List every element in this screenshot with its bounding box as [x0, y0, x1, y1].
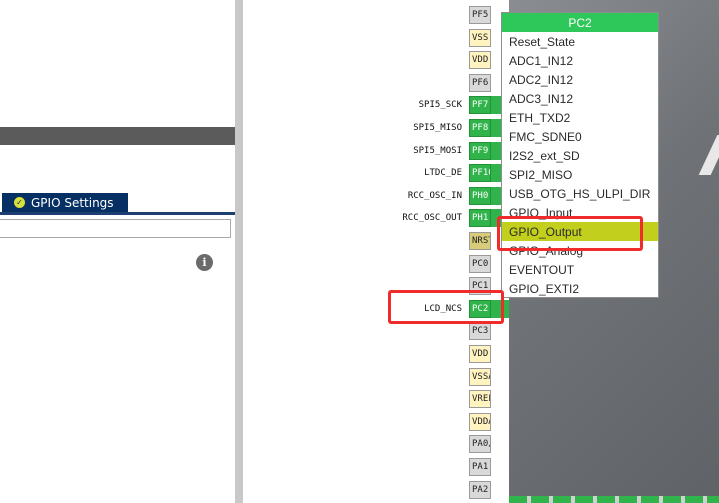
panel-header-bar [0, 127, 235, 145]
pin-vdd[interactable]: VDD [469, 51, 491, 69]
pin-signal-label[interactable]: LTDC_DE [424, 168, 462, 178]
pin-pc0[interactable]: PC0 [469, 255, 491, 273]
pin-pc3[interactable]: PC3 [469, 322, 491, 340]
panel-splitter[interactable] [235, 0, 243, 503]
pin-pf5[interactable]: PF5 [469, 6, 491, 24]
pin-signal-label[interactable]: RCC_OSC_IN [408, 191, 462, 201]
menu-item-adc3-in12[interactable]: ADC3_IN12 [502, 89, 658, 108]
pin-signal-label[interactable]: SPI5_MOSI [413, 146, 462, 156]
pin-pa2[interactable]: PA2 [469, 481, 491, 499]
tab-strip-underline [0, 212, 235, 215]
pin-vssa[interactable]: VSSA [469, 368, 491, 386]
menu-item-reset-state[interactable]: Reset_State [502, 32, 658, 51]
highlight-gpio-output [497, 216, 643, 251]
context-menu-items: Reset_State ADC1_IN12 ADC2_IN12 ADC3_IN12 ET… [502, 32, 658, 298]
pin-signal-label[interactable]: SPI5_SCK [419, 100, 462, 110]
pin-pf8[interactable]: PF8 [469, 119, 491, 137]
configuration-panel: ✓ GPIO Settings i [0, 0, 235, 503]
menu-item-fmc-sdne0[interactable]: FMC_SDNE0 [502, 127, 658, 146]
pin-pf9[interactable]: PF9 [469, 142, 491, 160]
pin-vref[interactable]: VREF... [469, 390, 491, 408]
menu-item-adc2-in12[interactable]: ADC2_IN12 [502, 70, 658, 89]
menu-item-eventout[interactable]: EVENTOUT [502, 260, 658, 279]
menu-item-i2s2-ext-sd[interactable]: I2S2_ext_SD [502, 146, 658, 165]
pin-vdd[interactable]: VDD [469, 345, 491, 363]
pin-ph0[interactable]: PH0 [469, 187, 491, 205]
pin-pf6[interactable]: PF6 [469, 74, 491, 92]
pin-pa1[interactable]: PA1 [469, 458, 491, 476]
pin-vss[interactable]: VSS [469, 29, 491, 47]
search-input[interactable] [0, 219, 231, 238]
menu-item-gpio-exti2[interactable]: GPIO_EXTI2 [502, 279, 658, 298]
pin-vdda[interactable]: VDDA [469, 413, 491, 431]
highlight-lcd-ncs [388, 290, 504, 324]
pin-pf7[interactable]: PF7 [469, 96, 491, 114]
menu-item-usb-otg-hs-ulpi-dir[interactable]: USB_OTG_HS_ULPI_DIR [502, 184, 658, 203]
tab-gpio-settings[interactable]: ✓ GPIO Settings [2, 193, 128, 212]
pin-pa0[interactable]: PA0/... [469, 435, 491, 453]
pin-context-menu: PC2 Reset_State ADC1_IN12 ADC2_IN12 ADC3_IN… [501, 12, 659, 298]
info-icon[interactable]: i [196, 254, 213, 271]
tab-gpio-settings-label: GPIO Settings [31, 195, 114, 210]
pin-nrst[interactable]: NRST [469, 232, 491, 250]
pin-signal-label[interactable]: SPI5_MISO [413, 123, 462, 133]
check-icon: ✓ [14, 197, 25, 208]
pin-pf10[interactable]: PF10 [469, 164, 491, 182]
bottom-pin-row [509, 496, 719, 503]
pin-signal-label[interactable]: RCC_OSC_OUT [402, 213, 462, 223]
menu-item-spi2-miso[interactable]: SPI2_MISO [502, 165, 658, 184]
pin-ph1[interactable]: PH1 [469, 209, 491, 227]
menu-item-eth-txd2[interactable]: ETH_TXD2 [502, 108, 658, 127]
context-menu-title: PC2 [502, 13, 658, 32]
menu-item-adc1-in12[interactable]: ADC1_IN12 [502, 51, 658, 70]
